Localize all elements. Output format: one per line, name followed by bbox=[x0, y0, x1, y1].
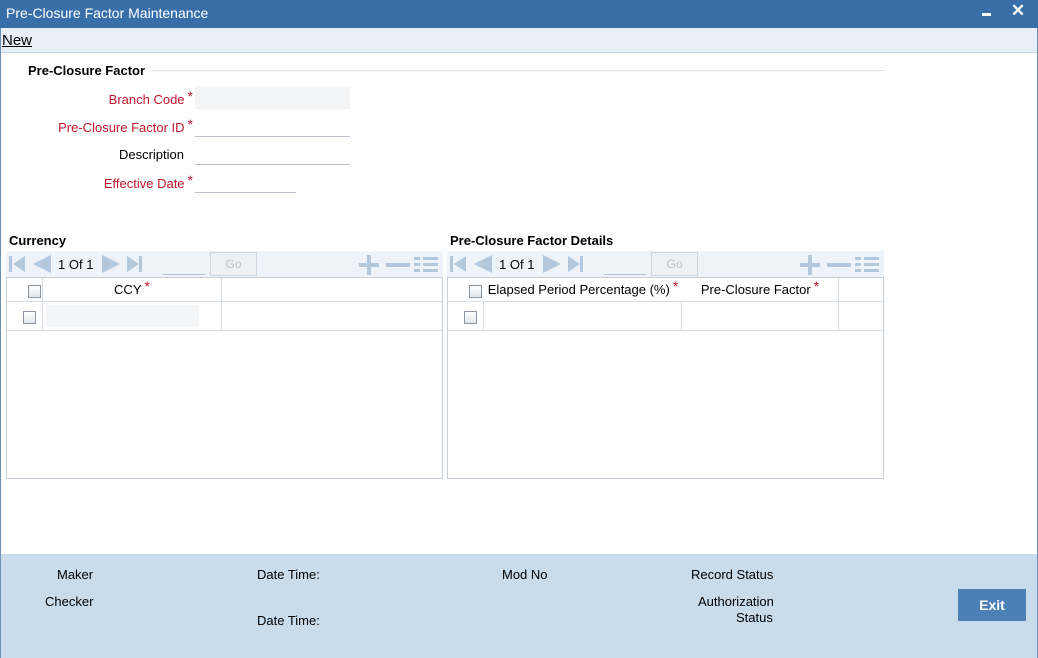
delete-row-icon[interactable] bbox=[386, 263, 410, 267]
empty-cell bbox=[222, 302, 442, 330]
table-row bbox=[448, 301, 883, 331]
row-checkbox[interactable] bbox=[464, 311, 477, 324]
first-page-icon[interactable] bbox=[9, 256, 25, 272]
title-bar: Pre-Closure Factor Maintenance ✕ bbox=[0, 0, 1038, 28]
currency-grid: CCY * bbox=[6, 277, 443, 479]
factor-id-field[interactable] bbox=[195, 115, 350, 137]
mod-no-label: Mod No bbox=[502, 567, 548, 582]
next-page-icon[interactable] bbox=[543, 255, 561, 273]
empty-cell bbox=[839, 302, 883, 330]
currency-pager: 1 Of 1 Go bbox=[6, 251, 443, 277]
factor-grid: Elapsed Period Percentage (%) * Pre-Closu… bbox=[447, 277, 884, 479]
prev-page-icon[interactable] bbox=[33, 255, 51, 273]
empty-column-header bbox=[839, 278, 883, 301]
effective-date-label: Effective Date * bbox=[103, 172, 193, 191]
factor-details-title: Pre-Closure Factor Details bbox=[450, 233, 614, 248]
last-page-icon[interactable] bbox=[126, 256, 142, 272]
next-page-icon[interactable] bbox=[102, 255, 120, 273]
factor-page-input[interactable] bbox=[604, 254, 646, 275]
maker-date-time-label: Date Time: bbox=[257, 567, 320, 582]
branch-code-field[interactable] bbox=[195, 87, 350, 109]
add-row-icon[interactable] bbox=[800, 255, 820, 275]
ccy-field[interactable] bbox=[46, 305, 199, 326]
ccy-cell bbox=[43, 302, 222, 330]
currency-title: Currency bbox=[9, 233, 67, 248]
single-view-icon[interactable] bbox=[414, 254, 440, 274]
description-label: Description bbox=[118, 147, 184, 162]
empty-column-header bbox=[222, 278, 442, 301]
branch-code-label: Branch Code * bbox=[108, 88, 193, 107]
currency-page-input[interactable] bbox=[163, 254, 205, 275]
factor-column-header: Pre-Closure Factor * bbox=[682, 278, 839, 301]
factor-cell[interactable] bbox=[682, 302, 839, 330]
new-button[interactable]: New bbox=[2, 32, 32, 49]
maker-label: Maker bbox=[57, 567, 94, 582]
currency-page-indicator: 1 Of 1 bbox=[58, 257, 94, 272]
ccy-column-header: CCY * bbox=[43, 278, 222, 301]
first-page-icon[interactable] bbox=[450, 256, 466, 272]
authorization-label: Authorization bbox=[698, 594, 774, 609]
prev-page-icon[interactable] bbox=[474, 255, 492, 273]
window-title: Pre-Closure Factor Maintenance bbox=[6, 5, 209, 21]
single-view-icon[interactable] bbox=[855, 254, 881, 274]
last-page-icon[interactable] bbox=[567, 256, 583, 272]
factor-pager: 1 Of 1 Go bbox=[447, 251, 884, 277]
elapsed-period-column-header: Elapsed Period Percentage (%) * bbox=[487, 278, 679, 297]
select-all-checkbox[interactable] bbox=[469, 285, 482, 298]
add-row-icon[interactable] bbox=[359, 255, 379, 275]
audit-footer: Maker Checker Date Time: Date Time: Mod … bbox=[1, 554, 1037, 658]
select-all-cell bbox=[7, 278, 43, 301]
toolbar: New bbox=[1, 28, 1037, 53]
close-icon[interactable]: ✕ bbox=[1008, 0, 1028, 24]
effective-date-field[interactable] bbox=[195, 171, 296, 193]
checker-label: Checker bbox=[45, 594, 94, 609]
record-status-label: Record Status bbox=[691, 567, 774, 582]
select-all-cell bbox=[448, 278, 484, 301]
factor-page-indicator: 1 Of 1 bbox=[499, 257, 535, 272]
factor-go-button[interactable]: Go bbox=[651, 252, 698, 276]
section-divider bbox=[152, 70, 884, 71]
factor-id-label: Pre-Closure Factor ID * bbox=[58, 116, 193, 135]
form-section-title: Pre-Closure Factor bbox=[28, 63, 146, 78]
row-select-cell bbox=[7, 302, 43, 330]
select-all-checkbox[interactable] bbox=[28, 285, 41, 298]
delete-row-icon[interactable] bbox=[827, 263, 851, 267]
elapsed-period-cell[interactable] bbox=[484, 302, 682, 330]
checker-date-time-label: Date Time: bbox=[257, 613, 320, 628]
exit-button[interactable]: Exit bbox=[958, 589, 1026, 621]
table-row bbox=[7, 301, 442, 331]
currency-go-button[interactable]: Go bbox=[210, 252, 257, 276]
description-field[interactable] bbox=[195, 143, 350, 165]
authorization-status-label: Status bbox=[736, 610, 773, 625]
minimize-icon[interactable] bbox=[980, 2, 994, 22]
row-select-cell bbox=[448, 302, 484, 330]
row-checkbox[interactable] bbox=[23, 311, 36, 324]
